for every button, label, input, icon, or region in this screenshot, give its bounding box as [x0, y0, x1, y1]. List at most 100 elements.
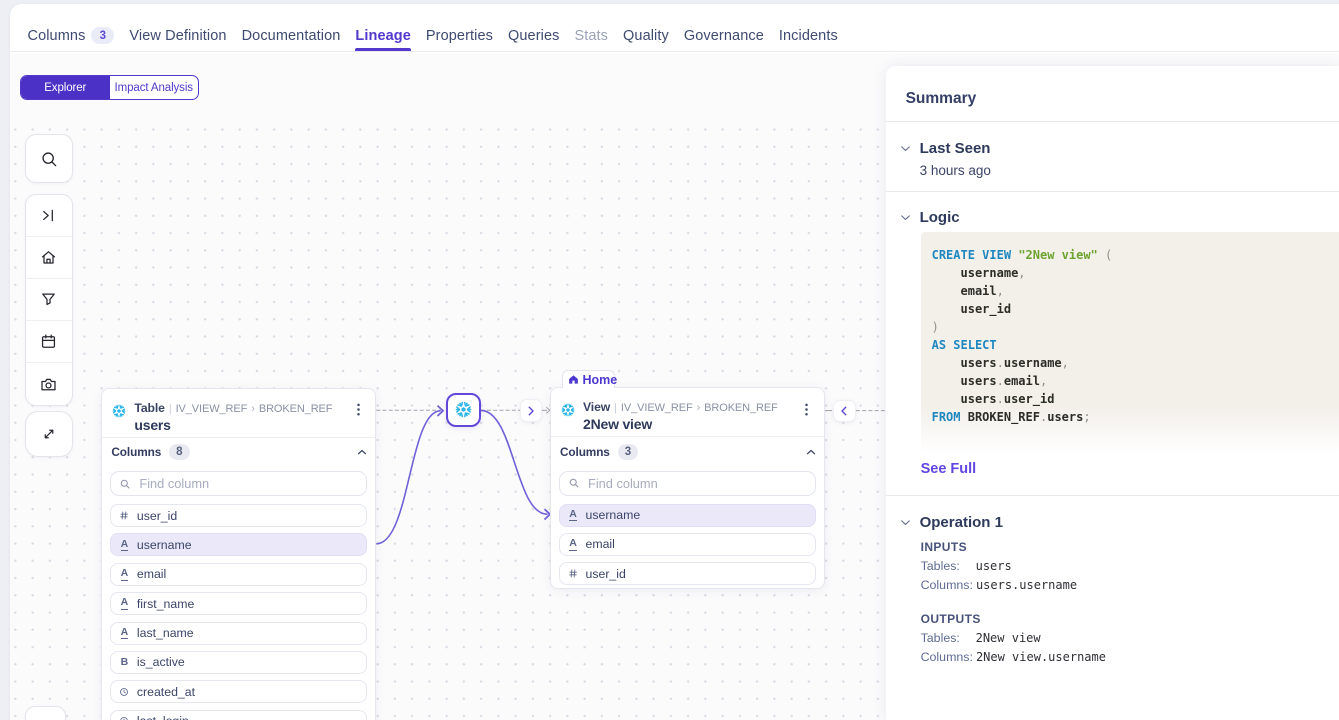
table-node-menu-icon[interactable] [349, 400, 367, 420]
hash-icon [568, 568, 578, 579]
section-last-seen[interactable]: Last Seen [899, 140, 1339, 157]
find-column-input[interactable] [588, 476, 809, 491]
sidebar-title: Summary [906, 90, 1339, 108]
table-node-column-search[interactable] [110, 471, 367, 496]
asset-detail-card: Columns 3 View Definition Documentation Line… [10, 4, 1339, 720]
column-row-user_id[interactable]: user_id [110, 504, 367, 527]
letter-a-underline-icon: A [119, 568, 129, 581]
tab-columns[interactable]: Columns 3 [28, 27, 115, 51]
camera-button[interactable] [26, 363, 73, 405]
tab-governance[interactable]: Governance [684, 28, 764, 51]
align-right-button[interactable] [26, 195, 73, 237]
column-row-last_login[interactable]: last_login [110, 710, 367, 720]
view-node-header: View|IV_VIEW_REF›BROKEN_REF 2New view [551, 388, 824, 436]
column-name: username [586, 508, 641, 522]
code-line: users.username, [932, 354, 1339, 372]
tab-queries[interactable]: Queries [508, 28, 559, 51]
lineage-mode-toggle: Explorer Impact Analysis [20, 75, 199, 100]
code-line: ) [932, 318, 1339, 336]
tab-label: Stats [574, 28, 608, 44]
snowflake-icon [112, 404, 126, 437]
column-row-email[interactable]: Aemail [110, 563, 367, 586]
operation-row-value: users [976, 559, 1012, 573]
code-line: username, [932, 264, 1339, 282]
column-name: first_name [137, 597, 194, 611]
column-name: last_name [137, 626, 194, 640]
operation-row-value: 2New view [976, 631, 1041, 645]
tab-incidents[interactable]: Incidents [779, 28, 838, 51]
clock-icon [119, 715, 129, 720]
column-row-user_id[interactable]: user_id [559, 562, 816, 585]
summary-sidebar: Summary Last Seen 3 hours ago Logic CREA… [886, 66, 1339, 720]
tab-view-definition[interactable]: View Definition [129, 28, 226, 51]
column-row-username[interactable]: Ausername [110, 533, 367, 556]
column-name: is_active [137, 655, 185, 669]
tab-label: View Definition [129, 28, 226, 44]
tab-quality[interactable]: Quality [623, 28, 669, 51]
expand-upstream-button[interactable] [833, 400, 856, 423]
letter-a-underline-icon: A [119, 539, 129, 552]
toggle-impact-analysis[interactable]: Impact Analysis [110, 76, 199, 99]
column-name: email [586, 537, 615, 551]
view-node-menu-icon[interactable] [798, 399, 816, 419]
fullscreen-button[interactable] [25, 411, 73, 457]
operation-row: Tables:2New view [921, 631, 1339, 645]
operation-groups: INPUTSTables:usersColumns:users.username… [886, 540, 1339, 664]
bottom-left-control[interactable] [25, 706, 66, 720]
section-operation[interactable]: Operation 1 [899, 514, 1339, 531]
column-name: user_id [586, 567, 626, 581]
expand-downstream-button[interactable] [520, 399, 541, 422]
toggle-explorer[interactable]: Explorer [21, 76, 110, 99]
table-node-columns-bar: Columns 8 [111, 442, 368, 462]
section-title: Logic [920, 209, 960, 226]
tab-lineage[interactable]: Lineage [355, 28, 411, 51]
columns-label: Columns [111, 445, 161, 459]
view-node-columns-bar: Columns 3 [560, 442, 817, 462]
table-node-header: Table|IV_VIEW_REF›BROKEN_REF users [102, 389, 375, 437]
chevron-left-icon [838, 405, 850, 417]
home-node-pill[interactable]: Home [562, 370, 615, 388]
column-row-email[interactable]: Aemail [559, 533, 816, 556]
code-line: email, [932, 282, 1339, 300]
process-node[interactable] [446, 393, 481, 428]
operation-row-label: Tables: [921, 631, 976, 645]
operation-row-label: Columns: [921, 650, 976, 664]
view-node-2new-view[interactable]: View|IV_VIEW_REF›BROKEN_REF 2New view Co… [550, 387, 825, 589]
filter-button[interactable] [26, 279, 73, 321]
tab-count-badge: 3 [91, 27, 114, 44]
column-row-first_name[interactable]: Afirst_name [110, 592, 367, 615]
section-title: Operation 1 [920, 514, 1003, 531]
chevron-up-icon[interactable] [356, 446, 368, 458]
tab-properties[interactable]: Properties [426, 28, 493, 51]
columns-label: Columns [560, 445, 610, 459]
calendar-button[interactable] [26, 321, 73, 363]
chevron-up-icon[interactable] [805, 446, 817, 458]
tab-documentation[interactable]: Documentation [242, 28, 341, 51]
column-row-is_active[interactable]: Bis_active [110, 651, 367, 674]
operation-group-heading: OUTPUTS [921, 612, 1339, 626]
tab-stats[interactable]: Stats [574, 28, 608, 51]
operation-group-heading: INPUTS [921, 540, 1339, 554]
canvas-tool-group [25, 194, 74, 406]
view-node-column-search[interactable] [559, 471, 816, 496]
search-icon [39, 149, 59, 169]
section-logic[interactable]: Logic [899, 209, 1339, 226]
tab-label: Columns [28, 28, 86, 44]
home-button[interactable] [26, 237, 73, 279]
table-node-users[interactable]: Table|IV_VIEW_REF›BROKEN_REF users Colum… [101, 388, 376, 720]
chevron-down-icon [899, 142, 912, 155]
columns-count-badge: 3 [618, 444, 638, 460]
letter-b-icon: B [119, 657, 129, 668]
canvas-search-button[interactable] [25, 134, 74, 183]
home-icon [39, 248, 58, 267]
find-column-input[interactable] [139, 476, 360, 491]
column-row-username[interactable]: Ausername [559, 504, 816, 527]
section-title: Last Seen [920, 140, 991, 157]
column-row-last_name[interactable]: Alast_name [110, 622, 367, 645]
see-full-link[interactable]: See Full [921, 461, 977, 477]
column-row-created_at[interactable]: created_at [110, 680, 367, 703]
operation-row: Columns:users.username [921, 578, 1339, 592]
calendar-icon [39, 332, 58, 351]
operation-row-value: users.username [976, 578, 1077, 592]
operation-row-label: Tables: [921, 559, 976, 573]
